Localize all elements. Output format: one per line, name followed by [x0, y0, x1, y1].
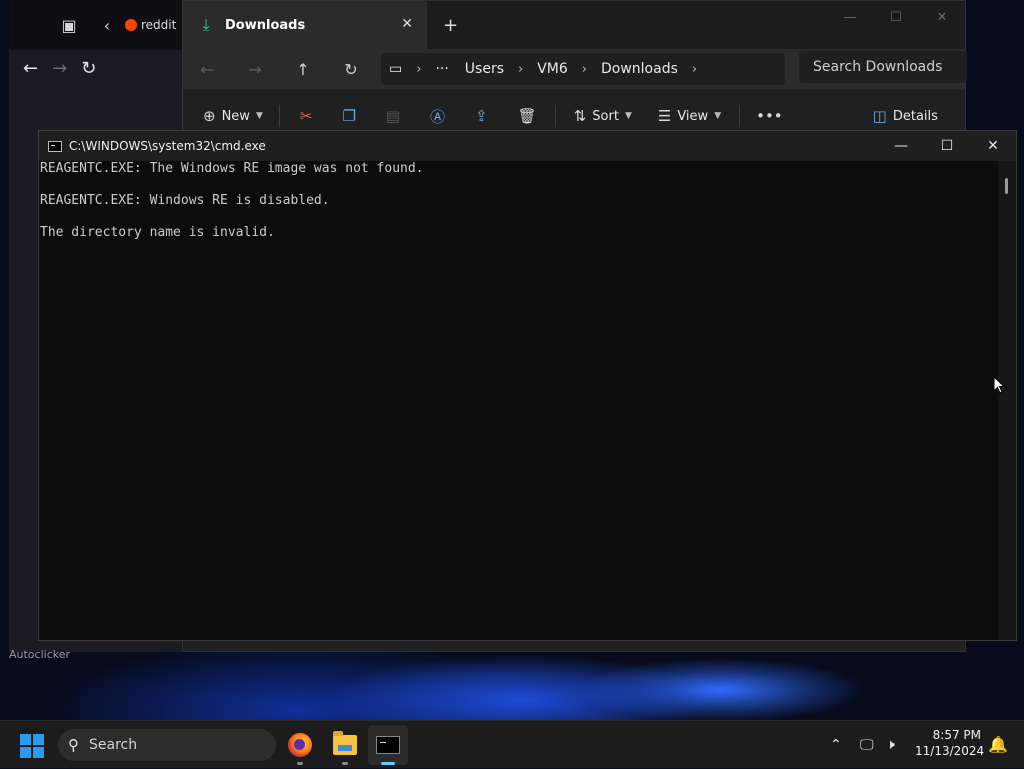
view-button[interactable]: ☰ View ▼: [658, 107, 721, 125]
more-breadcrumb-icon[interactable]: ···: [435, 61, 448, 77]
view-button-label: View: [677, 108, 709, 124]
chevron-right-icon[interactable]: ›: [692, 62, 697, 77]
explorer-toolbar: ⊕ New ▼ ✂ ❐ ▤ Ⓐ ⇪ 🗑 ⇅ Sort ▼ ☰ View ▼ ••…: [183, 101, 965, 131]
toolbar-divider: [554, 105, 556, 127]
minimize-icon[interactable]: —: [827, 1, 873, 33]
close-icon[interactable]: ✕: [919, 1, 965, 33]
taskbar-search[interactable]: ⚲ Search: [58, 729, 276, 761]
new-button[interactable]: ⊕ New ▼: [203, 107, 263, 125]
chevron-down-icon: ▼: [714, 111, 722, 121]
browser-tab-reddit[interactable]: reddit: [125, 18, 176, 32]
this-pc-icon: ▭: [389, 61, 403, 77]
toolbar-divider: [739, 105, 741, 127]
plus-circle-icon: ⊕: [203, 107, 216, 125]
file-explorer-icon: [333, 731, 357, 755]
breadcrumb-vm6[interactable]: VM6: [537, 61, 568, 77]
paste-icon[interactable]: ▤: [386, 107, 400, 125]
reddit-favicon-icon: [125, 19, 137, 31]
clock-time: 8:57 PM: [932, 728, 981, 742]
minimize-icon[interactable]: —: [878, 131, 924, 161]
tab-list-icon[interactable]: ▣: [55, 11, 83, 39]
console-line: REAGENTC.EXE: Windows RE is disabled.: [40, 193, 330, 208]
new-button-label: New: [221, 108, 250, 124]
toolbar-divider: [278, 105, 280, 127]
chevron-right-icon: ›: [518, 61, 524, 77]
tab-scroll-left-icon[interactable]: ‹: [93, 11, 121, 39]
command-prompt-icon: [48, 140, 62, 152]
search-downloads-input[interactable]: Search Downloads: [799, 51, 967, 83]
windows-logo-icon[interactable]: [20, 734, 44, 758]
details-pane-icon: ◫: [872, 107, 887, 125]
running-indicator: [381, 762, 395, 765]
forward-arrow-icon[interactable]: →: [231, 60, 279, 79]
console-output[interactable]: REAGENTC.EXE: The Windows RE image was n…: [39, 161, 998, 640]
cmd-titlebar[interactable]: C:\WINDOWS\system32\cmd.exe — ☐ ✕: [39, 131, 1016, 161]
explorer-tab-title: Downloads: [225, 17, 306, 33]
close-tab-icon[interactable]: ✕: [401, 16, 413, 32]
taskbar-search-label: Search: [89, 737, 138, 753]
cmd-window-controls: — ☐ ✕: [878, 131, 1016, 161]
taskbar-app-cmd[interactable]: [368, 725, 408, 765]
taskbar: ⚲ Search ⌃ 🖵 🕨 8:57 PM 11/13/2024 🔔: [0, 720, 1024, 768]
sort-icon: ⇅: [573, 107, 587, 125]
browser-tab-label: reddit: [141, 18, 177, 32]
chevron-right-icon: ›: [581, 61, 587, 77]
scrollbar-thumb[interactable]: [1005, 178, 1008, 194]
vertical-scrollbar[interactable]: [998, 161, 1016, 640]
cut-icon[interactable]: ✂: [300, 107, 313, 125]
back-arrow-icon[interactable]: ←: [23, 58, 38, 79]
back-arrow-icon[interactable]: ←: [183, 60, 231, 79]
chevron-down-icon: ▼: [255, 111, 263, 121]
taskbar-app-firefox[interactable]: [280, 725, 320, 765]
more-options-icon[interactable]: •••: [756, 107, 783, 125]
rename-icon[interactable]: Ⓐ: [430, 106, 445, 127]
chevron-down-icon: ▼: [624, 111, 632, 121]
clock-date: 11/13/2024: [915, 744, 985, 758]
network-icon[interactable]: 🖵: [860, 721, 874, 769]
share-icon[interactable]: ⇪: [475, 107, 488, 125]
forward-arrow-icon[interactable]: →: [52, 58, 67, 79]
running-indicator: [297, 762, 303, 765]
explorer-tab-downloads[interactable]: ⤓ Downloads ✕: [183, 1, 427, 49]
mouse-pointer-icon: [993, 376, 1005, 394]
clock[interactable]: 8:57 PM 11/13/2024: [915, 727, 985, 759]
console-line: REAGENTC.EXE: The Windows RE image was n…: [40, 161, 424, 176]
address-bar[interactable]: ▭ › ··· Users › VM6 › Downloads ›: [381, 53, 785, 85]
explorer-titlebar: ⤓ Downloads ✕ + — ☐ ✕: [183, 1, 965, 49]
details-button-label: Details: [892, 108, 938, 124]
up-arrow-icon[interactable]: ↑: [279, 60, 327, 79]
sort-button-label: Sort: [592, 108, 619, 124]
new-tab-icon[interactable]: +: [443, 15, 458, 36]
autoclicker-label: Autoclicker: [9, 648, 71, 661]
cmd-window-title: C:\WINDOWS\system32\cmd.exe: [69, 139, 266, 153]
show-hidden-icons-icon[interactable]: ⌃: [830, 721, 842, 769]
console-line: The directory name is invalid.: [40, 225, 275, 240]
cmd-window: C:\WINDOWS\system32\cmd.exe — ☐ ✕ REAGEN…: [38, 130, 1017, 641]
volume-muted-icon[interactable]: 🕨: [886, 721, 895, 769]
search-icon: ⚲: [68, 736, 79, 754]
breadcrumb-downloads[interactable]: Downloads: [601, 61, 678, 77]
details-button[interactable]: ◫ Details: [873, 107, 938, 125]
maximize-icon[interactable]: ☐: [873, 1, 919, 33]
refresh-icon[interactable]: ↻: [327, 60, 375, 79]
breadcrumb-users[interactable]: Users: [465, 61, 504, 77]
delete-icon[interactable]: 🗑: [518, 107, 537, 125]
command-prompt-icon: [376, 736, 400, 754]
reload-icon[interactable]: ↻: [81, 58, 96, 79]
firefox-icon: [288, 733, 312, 757]
chevron-right-icon: ›: [416, 61, 422, 77]
close-icon[interactable]: ✕: [970, 131, 1016, 161]
view-list-icon: ☰: [657, 107, 672, 125]
notification-bell-icon[interactable]: 🔔: [988, 735, 1008, 754]
running-indicator: [342, 762, 348, 765]
copy-icon[interactable]: ❐: [342, 107, 355, 125]
maximize-icon[interactable]: ☐: [924, 131, 970, 161]
explorer-window-controls: — ☐ ✕: [827, 1, 965, 33]
download-icon: ⤓: [202, 15, 210, 34]
taskbar-app-explorer[interactable]: [325, 725, 365, 765]
sort-button[interactable]: ⇅ Sort ▼: [574, 107, 632, 125]
